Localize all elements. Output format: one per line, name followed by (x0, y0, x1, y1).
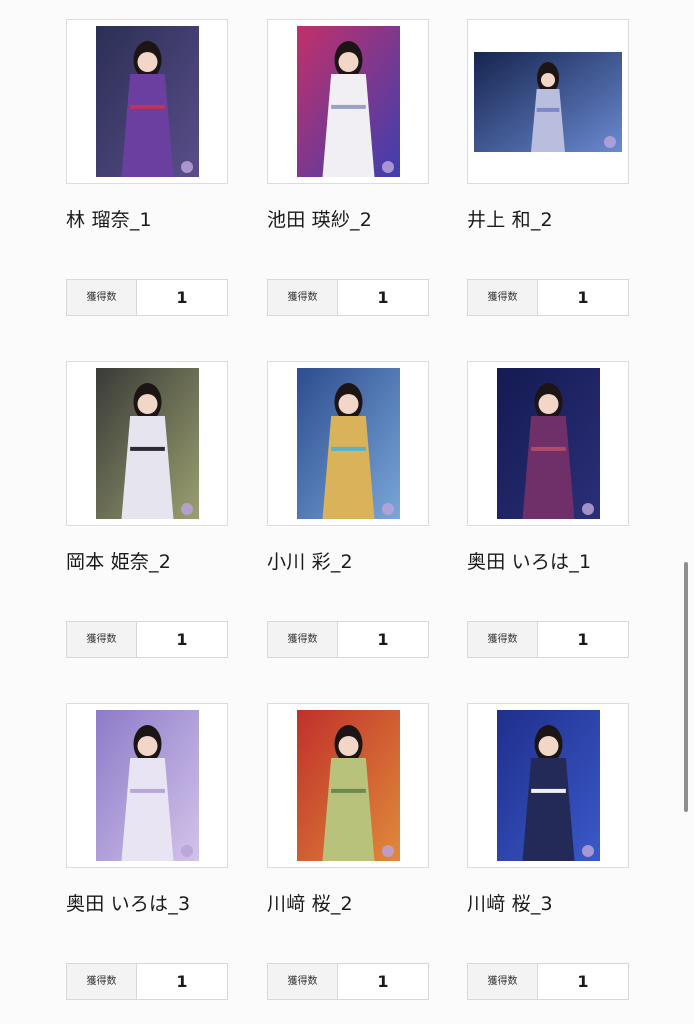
acquired-count-label: 獲得数 (67, 280, 137, 315)
photo-thumbnail[interactable] (96, 368, 199, 519)
photo-name: 小川 彩_2 (267, 551, 353, 573)
acquired-count-box: 獲得数 1 (66, 963, 228, 1000)
acquired-count-label: 獲得数 (468, 280, 538, 315)
acquired-count-box: 獲得数 1 (267, 621, 429, 658)
acquired-count-label: 獲得数 (468, 964, 538, 999)
acquired-count-label: 獲得数 (268, 622, 338, 657)
acquired-count-box: 獲得数 1 (467, 963, 629, 1000)
acquired-count-value: 1 (577, 288, 589, 307)
photo-name: 岡本 姫奈_2 (66, 551, 172, 573)
photo-name: 川﨑 桜_3 (467, 893, 553, 915)
photo-thumbnail-frame[interactable] (467, 361, 629, 526)
acquired-count-box: 獲得数 1 (267, 279, 429, 316)
acquired-count-value: 1 (176, 288, 188, 307)
photo-name: 奥田 いろは_1 (467, 551, 592, 573)
acquired-count-box: 獲得数 1 (66, 279, 228, 316)
photo-name: 奥田 いろは_3 (66, 893, 191, 915)
acquired-count-box: 獲得数 1 (267, 963, 429, 1000)
acquired-count-value: 1 (377, 288, 389, 307)
acquired-count-label: 獲得数 (268, 280, 338, 315)
acquired-count-value: 1 (377, 630, 389, 649)
photo-name: 井上 和_2 (467, 209, 553, 231)
acquired-count-value: 1 (176, 972, 188, 991)
photo-thumbnail[interactable] (297, 710, 400, 861)
photo-thumbnail[interactable] (497, 710, 600, 861)
photo-thumbnail[interactable] (497, 368, 600, 519)
photo-name: 池田 瑛紗_2 (267, 209, 373, 231)
photo-thumbnail[interactable] (96, 710, 199, 861)
photo-thumbnail-frame[interactable] (467, 703, 629, 868)
acquired-count-box: 獲得数 1 (66, 621, 228, 658)
acquired-count-label: 獲得数 (67, 964, 137, 999)
acquired-count-value: 1 (176, 630, 188, 649)
acquired-count-value: 1 (577, 630, 589, 649)
scrollbar[interactable] (684, 562, 688, 812)
photo-thumbnail-frame[interactable] (267, 703, 429, 868)
photo-thumbnail[interactable] (96, 26, 199, 177)
photo-thumbnail-frame[interactable] (267, 361, 429, 526)
acquired-count-label: 獲得数 (67, 622, 137, 657)
photo-thumbnail[interactable] (297, 26, 400, 177)
photo-thumbnail-frame[interactable] (267, 19, 429, 184)
photo-thumbnail[interactable] (474, 52, 622, 152)
photo-thumbnail-frame[interactable] (66, 19, 228, 184)
acquired-count-label: 獲得数 (268, 964, 338, 999)
acquired-count-label: 獲得数 (468, 622, 538, 657)
acquired-count-value: 1 (577, 972, 589, 991)
acquired-count-box: 獲得数 1 (467, 279, 629, 316)
photo-thumbnail-frame[interactable] (467, 19, 629, 184)
photo-grid: 林 瑠奈_1 獲得数 1 池田 瑛紗_2 獲得数 1 井上 和_2 獲得数 1 岡本 姫奈_2 獲得… (0, 0, 694, 1024)
acquired-count-value: 1 (377, 972, 389, 991)
photo-thumbnail[interactable] (297, 368, 400, 519)
acquired-count-box: 獲得数 1 (467, 621, 629, 658)
photo-name: 林 瑠奈_1 (66, 209, 152, 231)
photo-thumbnail-frame[interactable] (66, 703, 228, 868)
photo-name: 川﨑 桜_2 (267, 893, 353, 915)
photo-thumbnail-frame[interactable] (66, 361, 228, 526)
